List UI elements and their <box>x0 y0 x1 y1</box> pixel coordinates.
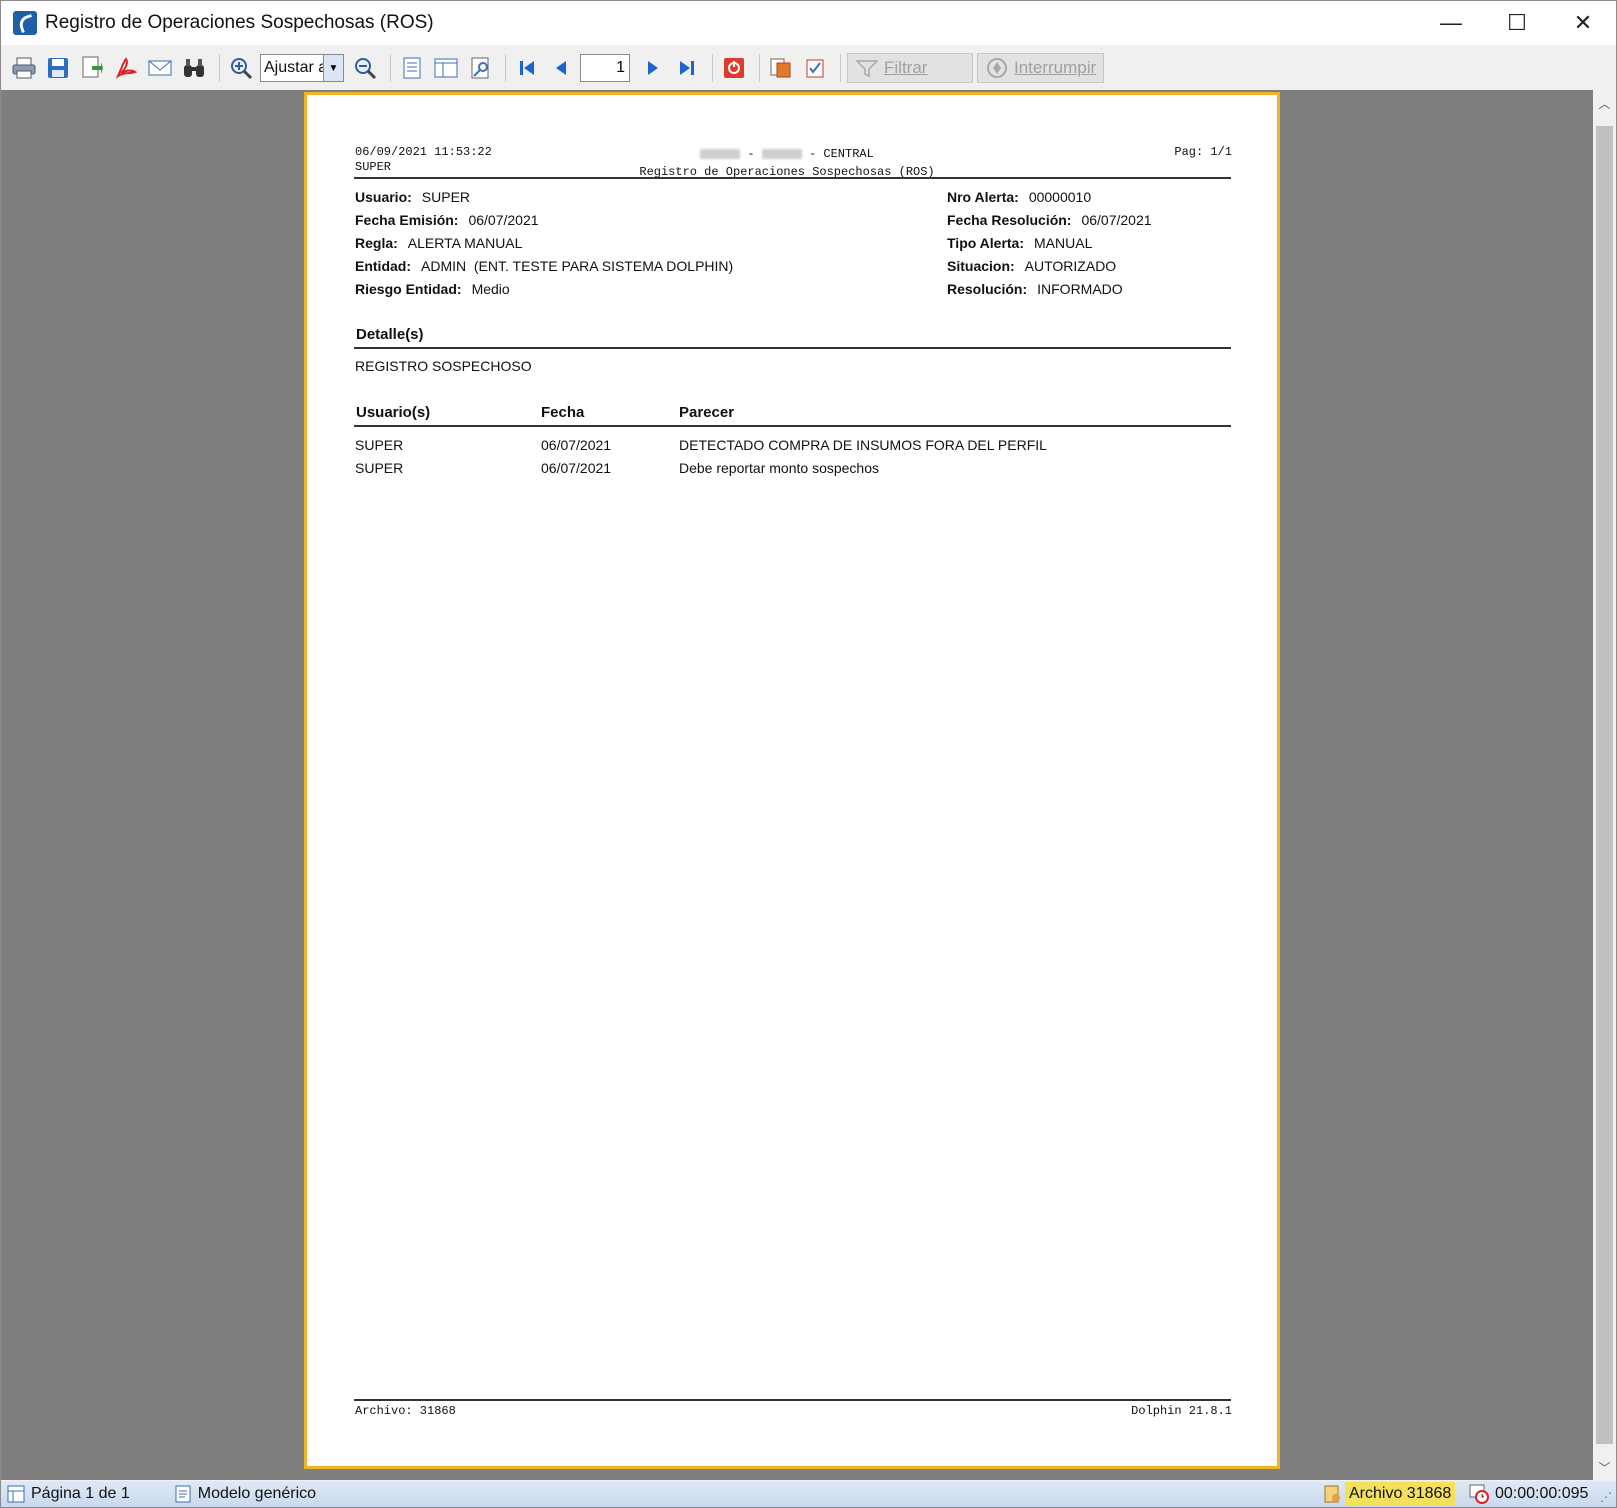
scroll-down-icon[interactable]: ﹀ <box>1593 1456 1616 1478</box>
table-row-2-parecer: Debe reportar monto sospechos <box>679 460 879 476</box>
export-icon[interactable] <box>77 53 107 83</box>
status-bar: Página 1 de 1 Modelo genérico Archivo 31… <box>1 1481 1616 1507</box>
zoom-in-icon[interactable] <box>226 53 256 83</box>
field-regla: Regla: ALERTA MANUAL <box>355 235 523 251</box>
field-entidad: Entidad: ADMIN (ENT. TESTE PARA SISTEMA D… <box>355 258 734 274</box>
report-page: 06/09/2021 11:53:22 SUPER - - CENTRAL Re… <box>304 92 1280 1469</box>
field-nro-alerta: Nro Alerta: 00000010 <box>947 189 1092 205</box>
database-icon <box>1323 1484 1341 1504</box>
table-row-1-fecha: 06/07/2021 <box>541 437 612 453</box>
toolbar-separator <box>505 54 506 82</box>
toolbar-separator <box>759 54 760 82</box>
interrupt-button[interactable]: Interrumpir <box>977 53 1104 83</box>
status-elapsed: 00:00:00:095 <box>1469 1481 1588 1507</box>
report-preview-window: Registro de Operaciones Sospechosas (ROS… <box>0 0 1617 1508</box>
toolbar-separator <box>712 54 713 82</box>
status-model-label: Modelo genérico <box>197 1485 317 1502</box>
page-number-input[interactable]: 1 <box>580 54 630 82</box>
timer-icon <box>1469 1484 1489 1504</box>
footer-divider <box>354 1399 1231 1401</box>
filter-button[interactable]: Filtrar <box>847 53 973 83</box>
report-header-center: - - CENTRAL Registro de Operaciones Sosp… <box>507 145 1067 181</box>
zoom-select-value: Ajustar a <box>264 59 323 76</box>
document-icon <box>174 1485 192 1503</box>
zoom-out-icon[interactable] <box>350 53 380 83</box>
toolbar-separator <box>390 54 391 82</box>
column-header-parecer: Parecer <box>679 404 735 421</box>
status-archivo: Archivo 31868 <box>1323 1481 1456 1507</box>
save-icon[interactable] <box>43 53 73 83</box>
zoom-select[interactable]: Ajustar a ▼ <box>260 54 344 82</box>
pdf-icon[interactable] <box>111 53 141 83</box>
field-usuario: Usuario: SUPER <box>355 189 471 205</box>
header-divider <box>354 177 1231 179</box>
page-icon <box>7 1485 25 1503</box>
status-model: Modelo genérico <box>174 1485 316 1503</box>
resize-grip-icon[interactable]: ⋰ <box>1600 1490 1612 1504</box>
footer-version: Dolphin 21.8.1 <box>1131 1404 1232 1418</box>
close-button[interactable]: ✕ <box>1550 1 1616 45</box>
next-page-icon[interactable] <box>638 53 668 83</box>
title-bar: Registro de Operaciones Sospechosas (ROS… <box>1 1 1616 45</box>
page-setup-icon[interactable] <box>465 53 495 83</box>
table-header-divider <box>354 425 1231 427</box>
status-page-info: Página 1 de 1 <box>7 1485 130 1503</box>
table-row-1-usuario: SUPER <box>355 437 404 453</box>
status-archivo-label: Archivo 31868 <box>1345 1482 1456 1506</box>
column-header-usuarios: Usuario(s) <box>356 404 431 421</box>
copy-pages-icon[interactable] <box>766 53 796 83</box>
report-company-line: - - CENTRAL <box>507 145 1067 163</box>
first-page-icon[interactable] <box>512 53 542 83</box>
scroll-up-icon[interactable]: ︿ <box>1593 92 1616 114</box>
redacted-text <box>761 148 802 159</box>
field-tipo-alerta: Tipo Alerta: MANUAL <box>947 235 1093 251</box>
report-header-left: 06/09/2021 11:53:22 SUPER <box>355 145 492 175</box>
status-elapsed-label: 00:00:00:095 <box>1495 1485 1589 1502</box>
filter-button-label: Filtrar <box>884 58 928 77</box>
detail-section-title: Detalle(s) <box>356 326 424 343</box>
maximize-button[interactable]: ☐ <box>1484 1 1550 45</box>
field-resolucion: Resolución: INFORMADO <box>947 281 1123 297</box>
single-page-icon[interactable] <box>397 53 427 83</box>
window-title: Registro de Operaciones Sospechosas (ROS… <box>45 12 434 33</box>
chevron-down-icon[interactable]: ▼ <box>323 55 343 81</box>
previous-page-icon[interactable] <box>546 53 576 83</box>
field-situacion: Situacion: AUTORIZADO <box>947 258 1117 274</box>
funnel-icon <box>856 59 878 77</box>
toolbar-separator <box>840 54 841 82</box>
find-icon[interactable] <box>179 53 209 83</box>
table-row-2-fecha: 06/07/2021 <box>541 460 612 476</box>
status-page-info-label: Página 1 de 1 <box>31 1485 130 1502</box>
toolbar: Ajustar a ▼ 1 Filtrar Interrumpir <box>1 47 1616 89</box>
interrupt-button-label: Interrumpir <box>1014 58 1097 77</box>
checklist-icon[interactable] <box>800 53 830 83</box>
interrupt-icon <box>986 57 1008 79</box>
multi-page-icon[interactable] <box>431 53 461 83</box>
minimize-button[interactable]: — <box>1418 1 1484 45</box>
detail-text: REGISTRO SOSPECHOSO <box>355 358 532 374</box>
column-header-fecha: Fecha <box>541 404 585 421</box>
footer-archivo: Archivo: 31868 <box>355 1404 456 1418</box>
last-page-icon[interactable] <box>672 53 702 83</box>
report-user: SUPER <box>355 160 392 174</box>
table-row-2-usuario: SUPER <box>355 460 404 476</box>
scrollbar-thumb[interactable] <box>1596 126 1613 1444</box>
report-page-number: Pag: 1/1 <box>1174 145 1232 159</box>
email-icon[interactable] <box>145 53 175 83</box>
redacted-text <box>700 148 741 159</box>
print-icon[interactable] <box>9 53 39 83</box>
stop-icon[interactable] <box>719 53 749 83</box>
app-icon <box>13 11 37 35</box>
field-fecha-emision: Fecha Emisión: 06/07/2021 <box>355 212 539 228</box>
report-branch: CENTRAL <box>823 147 874 161</box>
field-fecha-resolucion: Fecha Resolución: 06/07/2021 <box>947 212 1152 228</box>
toolbar-separator <box>219 54 220 82</box>
table-row-1-parecer: DETECTADO COMPRA DE INSUMOS FORA DEL PER… <box>679 437 1047 453</box>
vertical-scrollbar[interactable]: ︿ ﹀ <box>1593 90 1616 1480</box>
detail-divider <box>354 347 1231 349</box>
field-riesgo-entidad: Riesgo Entidad: Medio <box>355 281 510 297</box>
report-datetime: 06/09/2021 11:53:22 <box>355 145 492 159</box>
